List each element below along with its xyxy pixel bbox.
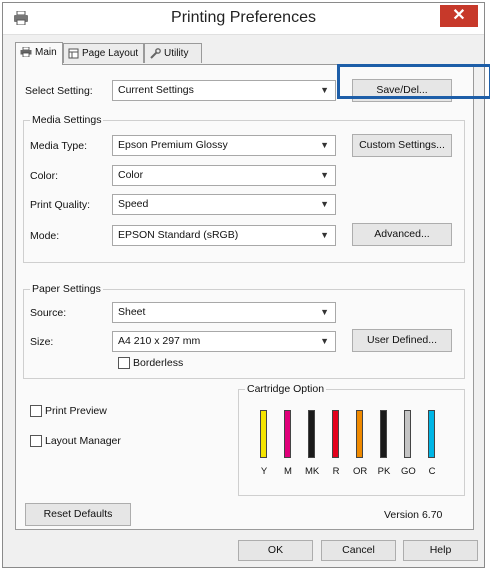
source-dropdown[interactable]: Sheet ▼	[112, 302, 336, 323]
print-quality-dropdown[interactable]: Speed ▼	[112, 194, 336, 215]
ink-label-c: C	[428, 466, 436, 477]
user-defined-button[interactable]: User Defined...	[352, 329, 452, 352]
printer-icon	[20, 46, 32, 58]
print-quality-label: Print Quality:	[30, 199, 91, 211]
ink-label-m: M	[284, 466, 292, 477]
ink-label-or: OR	[353, 466, 368, 477]
color-label: Color:	[30, 170, 59, 182]
ink-bar-y	[260, 410, 267, 458]
mode-value: EPSON Standard (sRGB)	[118, 229, 239, 241]
help-button[interactable]: Help	[403, 540, 478, 561]
chevron-down-icon: ▼	[320, 307, 329, 317]
media-type-value: Epson Premium Glossy	[118, 139, 228, 151]
title-bar: Printing Preferences ✕	[3, 3, 484, 35]
source-value: Sheet	[118, 306, 146, 318]
tab-page-layout[interactable]: Page Layout	[63, 43, 144, 63]
borderless-checkbox[interactable]	[118, 357, 130, 369]
ink-label-mk: MK	[305, 466, 320, 477]
window-title: Printing Preferences	[171, 9, 316, 26]
ink-bar-or	[356, 410, 363, 458]
ink-bar-c	[428, 410, 435, 458]
cartridge-option-group: Cartridge Option Y M MK R OR PK GO C	[238, 383, 465, 496]
media-type-label: Media Type:	[30, 140, 88, 152]
ink-bar-go	[404, 410, 411, 458]
tab-main[interactable]: Main	[15, 42, 63, 65]
borderless-label: Borderless	[133, 357, 184, 369]
ink-label-y: Y	[260, 466, 268, 477]
size-value: A4 210 x 297 mm	[118, 335, 201, 347]
tab-label: Utility	[164, 48, 189, 59]
media-settings-title: Media Settings	[30, 114, 104, 126]
tab-label: Page Layout	[82, 48, 139, 59]
chevron-down-icon: ▼	[320, 199, 329, 209]
print-preview-label: Print Preview	[45, 405, 107, 417]
chevron-down-icon: ▼	[320, 140, 329, 150]
layout-manager-checkbox[interactable]	[30, 435, 42, 447]
ink-bar-r	[332, 410, 339, 458]
print-quality-value: Speed	[118, 198, 149, 210]
paper-settings-title: Paper Settings	[30, 283, 103, 295]
ink-levels: Y M MK R OR PK GO C	[239, 404, 464, 480]
reset-defaults-button[interactable]: Reset Defaults	[25, 503, 131, 526]
select-setting-value: Current Settings	[118, 84, 194, 96]
chevron-down-icon: ▼	[320, 170, 329, 180]
tab-utility[interactable]: Utility	[144, 43, 202, 63]
custom-settings-button[interactable]: Custom Settings...	[352, 134, 452, 157]
ink-bar-pk	[380, 410, 387, 458]
close-button[interactable]: ✕	[440, 5, 478, 27]
select-setting-dropdown[interactable]: Current Settings ▼	[112, 80, 336, 101]
wrench-icon	[150, 47, 161, 59]
page-layout-icon	[68, 48, 79, 59]
cartridge-option-title: Cartridge Option	[245, 383, 327, 395]
mode-dropdown[interactable]: EPSON Standard (sRGB) ▼	[112, 225, 336, 246]
main-tab-panel: Select Setting: Current Settings ▼ Save/D…	[15, 64, 474, 530]
tab-label: Main	[35, 47, 57, 58]
size-dropdown[interactable]: A4 210 x 297 mm ▼	[112, 331, 336, 352]
cancel-button[interactable]: Cancel	[321, 540, 396, 561]
chevron-down-icon: ▼	[320, 230, 329, 240]
select-setting-label: Select Setting:	[25, 85, 93, 97]
layout-manager-label: Layout Manager	[45, 435, 121, 447]
ink-bar-m	[284, 410, 291, 458]
mode-label: Mode:	[30, 230, 60, 242]
ink-bar-mk	[308, 410, 315, 458]
media-type-dropdown[interactable]: Epson Premium Glossy ▼	[112, 135, 336, 156]
color-value: Color	[118, 169, 144, 181]
chevron-down-icon: ▼	[320, 336, 329, 346]
advanced-button[interactable]: Advanced...	[352, 223, 452, 246]
size-label: Size:	[30, 336, 54, 348]
version-label: Version 6.70	[384, 509, 443, 521]
ink-label-pk: PK	[377, 466, 391, 477]
save-del-highlight-box	[337, 64, 490, 99]
chevron-down-icon: ▼	[320, 85, 329, 95]
ok-button[interactable]: OK	[238, 540, 313, 561]
color-dropdown[interactable]: Color ▼	[112, 165, 336, 186]
source-label: Source:	[30, 307, 67, 319]
ink-label-go: GO	[401, 466, 416, 477]
print-preview-checkbox[interactable]	[30, 405, 42, 417]
ink-label-r: R	[332, 466, 340, 477]
